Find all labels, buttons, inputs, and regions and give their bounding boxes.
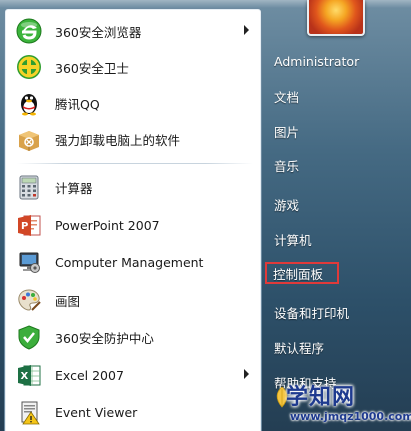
right-item-music[interactable]: 音乐 [268,150,408,180]
right-item-games[interactable]: 游戏 [268,189,408,219]
calculator-icon [13,171,45,203]
powerpoint-icon: P [13,209,45,241]
uninstall-box-icon [13,123,45,155]
360-protection-center-icon [13,321,45,353]
documents-label: 文档 [274,89,300,105]
start-menu: 360安全浏览器 360安全卫士 腾讯QQ 强力卸载电脑上的软件 计算器 P P… [0,0,411,431]
program-item-360-protection-center[interactable]: 360安全防护中心 [9,319,257,355]
right-item-default-programs[interactable]: 默认程序 [268,332,408,362]
right-item-pictures[interactable]: 图片 [268,116,408,146]
program-label: Computer Management [55,254,204,270]
program-label: 画图 [55,293,81,309]
music-label: 音乐 [274,158,300,174]
paint-palette-icon [13,284,45,316]
games-label: 游戏 [274,197,300,213]
computer-label: 计算机 [274,232,312,248]
site-watermark: 学知网 www.jmqz1000.com [274,378,411,431]
right-item-user-name[interactable]: Administrator [268,46,408,76]
program-item-calculator[interactable]: 计算器 [9,169,257,205]
program-label: 360安全卫士 [55,60,129,76]
menu-separator [17,163,253,164]
default-programs-label: 默认程序 [274,340,325,356]
right-item-documents[interactable]: 文档 [268,81,408,111]
program-item-360-browser[interactable]: 360安全浏览器 [9,13,257,49]
program-item-computer-management[interactable]: Computer Management [9,244,257,280]
programs-panel: 360安全浏览器 360安全卫士 腾讯QQ 强力卸载电脑上的软件 计算器 P P… [4,8,262,431]
computer-management-icon [13,246,45,278]
control-panel-label: 控制面板 [273,266,324,282]
submenu-arrow-icon[interactable] [244,369,249,379]
program-label: Event Viewer [55,404,138,420]
program-item-excel[interactable]: X Excel 2007 [9,357,257,393]
qq-penguin-icon [13,87,45,119]
pictures-label: 图片 [274,124,300,140]
watermark-title: 学知网 [286,384,356,410]
program-label: 360安全防护中心 [55,330,154,346]
devices-printers-label: 设备和打印机 [274,305,350,321]
program-item-360-safeguard[interactable]: 360安全卫士 [9,49,257,85]
watermark-url: www.jmqz1000.com [290,410,411,423]
right-item-devices-printers[interactable]: 设备和打印机 [268,297,408,327]
submenu-arrow-icon[interactable] [244,25,249,35]
360-browser-icon [13,15,45,47]
event-viewer-icon [13,396,45,428]
program-item-qq[interactable]: 腾讯QQ [9,85,257,121]
program-item-powerpoint[interactable]: P PowerPoint 2007 [9,207,257,243]
program-label: 强力卸载电脑上的软件 [55,132,181,148]
svg-text:P: P [21,221,28,232]
program-label: 计算器 [55,180,93,196]
program-item-paint[interactable]: 画图 [9,282,257,318]
svg-text:X: X [21,371,29,382]
user-name-label: Administrator [274,53,360,69]
360-safeguard-icon [13,51,45,83]
program-label: 腾讯QQ [55,96,100,112]
program-label: Excel 2007 [55,367,124,383]
program-item-uninstall[interactable]: 强力卸载电脑上的软件 [9,121,257,157]
program-label: 360安全浏览器 [55,24,142,40]
user-picture-flower[interactable] [307,0,365,36]
right-item-computer[interactable]: 计算机 [268,224,408,254]
program-item-event-viewer[interactable]: Event Viewer [9,394,257,430]
excel-icon: X [13,359,45,391]
program-label: PowerPoint 2007 [55,217,160,233]
right-item-control-panel[interactable]: 控制面板 [265,262,339,284]
